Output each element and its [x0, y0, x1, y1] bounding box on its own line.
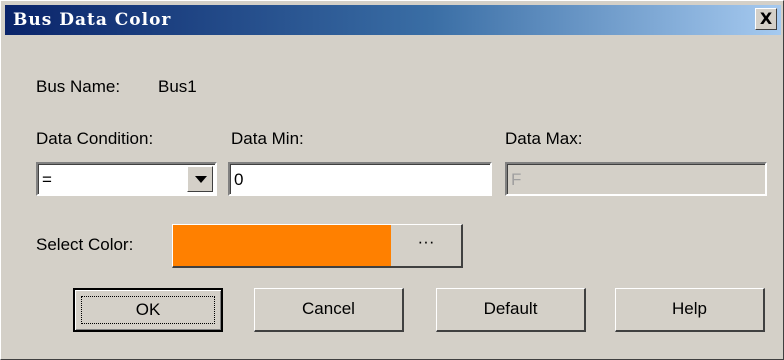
bus-data-color-dialog: Bus Data Color X Bus Name: Bus1 Data Con… [0, 0, 784, 360]
data-condition-select[interactable]: = [36, 162, 217, 196]
color-picker[interactable]: ··· [172, 224, 463, 268]
close-icon: X [759, 9, 773, 28]
data-max-label: Data Max: [505, 129, 583, 148]
focus-ring [81, 296, 215, 324]
title-bar: Bus Data Color X [5, 5, 781, 35]
dialog-title: Bus Data Color [13, 10, 172, 30]
cancel-button-label: Cancel [302, 299, 355, 318]
data-condition-label: Data Condition: [36, 129, 154, 148]
data-min-label: Data Min: [231, 129, 304, 148]
data-min-value: 0 [234, 170, 244, 189]
data-condition-value: = [42, 170, 52, 189]
data-min-input[interactable]: 0 [228, 162, 492, 196]
cancel-button[interactable]: Cancel [254, 288, 404, 332]
close-button[interactable]: X [755, 8, 777, 30]
help-button-label: Help [672, 299, 707, 318]
data-max-input: F [505, 162, 767, 196]
bus-name-value: Bus1 [158, 77, 197, 96]
default-button-label: Default [483, 299, 538, 318]
ok-button[interactable]: OK [73, 288, 223, 332]
bus-name-label: Bus Name: [36, 77, 121, 96]
color-swatch[interactable] [173, 225, 391, 266]
chevron-down-icon[interactable] [187, 166, 213, 192]
default-button[interactable]: Default [436, 288, 586, 332]
more-colors-button[interactable]: ··· [391, 225, 461, 266]
help-button[interactable]: Help [615, 288, 765, 332]
select-color-label: Select Color: [36, 235, 134, 254]
data-max-value: F [511, 170, 522, 189]
